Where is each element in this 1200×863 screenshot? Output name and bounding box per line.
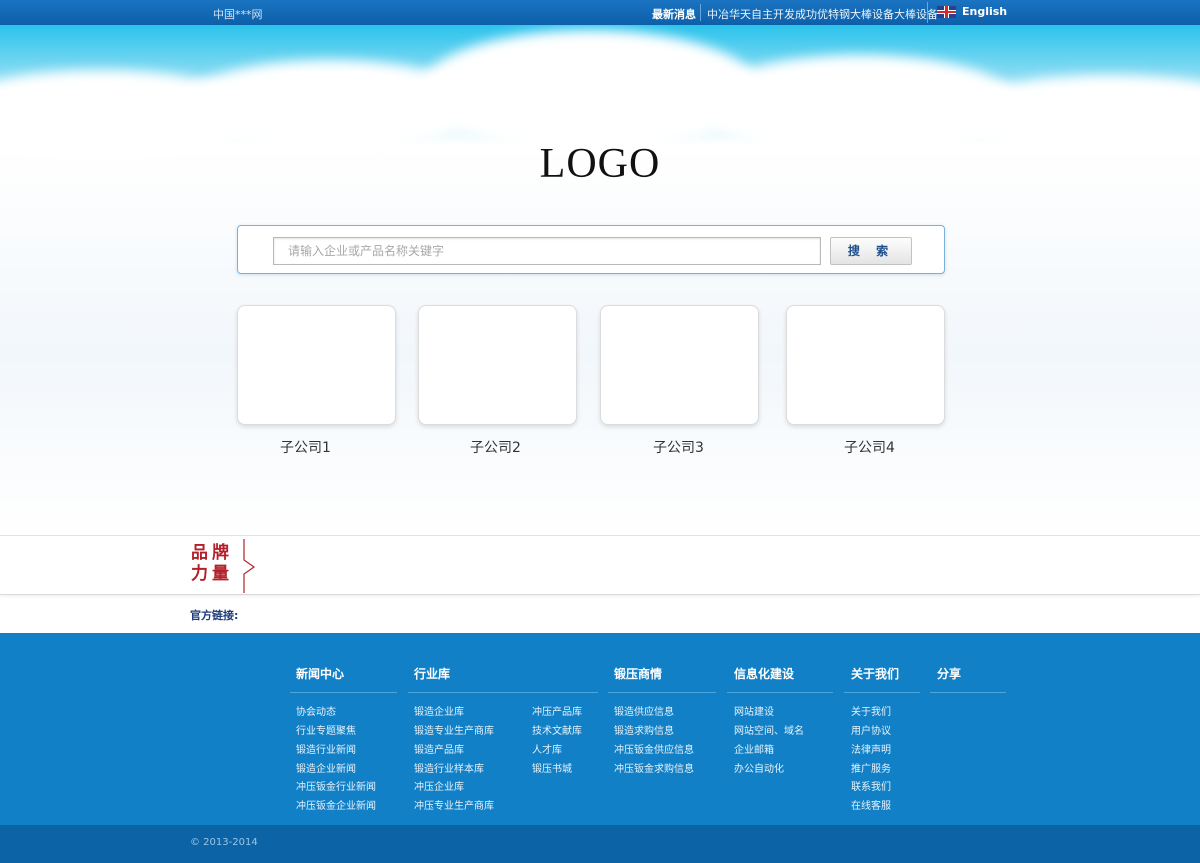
footer-heading-it[interactable]: 信息化建设 xyxy=(734,665,794,682)
copyright-text: © 2013-2014 xyxy=(190,837,258,848)
footer-heading-news[interactable]: 新闻中心 xyxy=(296,665,344,682)
footer-heading-share[interactable]: 分享 xyxy=(937,665,961,682)
footer-link[interactable]: 锻造求购信息 xyxy=(614,722,674,737)
divider xyxy=(608,692,716,693)
brand-title-line1: 品牌 xyxy=(191,543,233,563)
footer-link[interactable]: 用户协议 xyxy=(851,722,891,737)
latest-news-ticker[interactable]: 中冶华天自主开发成功优特钢大棒设备大棒设备 xyxy=(707,6,938,22)
footer-link[interactable]: 关于我们 xyxy=(851,703,891,718)
subsidiary-label-2[interactable]: 子公司2 xyxy=(416,437,575,457)
divider xyxy=(700,4,701,21)
official-links-label: 官方链接: xyxy=(190,609,239,622)
footer-link[interactable]: 在线客服 xyxy=(851,797,891,812)
footer-link[interactable]: 协会动态 xyxy=(296,703,336,718)
brand-strength-title: 品牌 力量 xyxy=(191,543,239,585)
footer-link[interactable]: 锻压书城 xyxy=(532,760,572,775)
footer-link[interactable]: 冲压企业库 xyxy=(414,778,464,793)
search-input[interactable] xyxy=(273,237,821,265)
divider xyxy=(408,692,598,693)
brand-strength-band: 品牌 力量 xyxy=(0,535,1200,595)
footer-heading-about[interactable]: 关于我们 xyxy=(851,665,899,682)
footer-link[interactable]: 锻造企业新闻 xyxy=(296,760,356,775)
footer-link[interactable]: 办公自动化 xyxy=(734,760,784,775)
footer-link[interactable]: 锻造行业新闻 xyxy=(296,741,356,756)
divider xyxy=(844,692,920,693)
divider xyxy=(927,2,928,23)
hero-sky-background xyxy=(0,25,1200,535)
subsidiary-label-1[interactable]: 子公司1 xyxy=(226,437,385,457)
language-label: English xyxy=(962,5,1008,18)
top-bar: 中国***网 最新消息 中冶华天自主开发成功优特钢大棒设备大棒设备 Englis… xyxy=(0,0,1200,25)
footer-link[interactable]: 锻造供应信息 xyxy=(614,703,674,718)
divider xyxy=(727,692,833,693)
subsidiary-card-1[interactable] xyxy=(237,305,396,425)
site-logo[interactable]: LOGO xyxy=(0,140,1200,188)
footer-heading-trade[interactable]: 锻压商情 xyxy=(614,665,662,682)
footer-link[interactable]: 锻造企业库 xyxy=(414,703,464,718)
subsidiary-card-2[interactable] xyxy=(418,305,577,425)
language-switch-english[interactable]: English xyxy=(937,5,1007,18)
search-button[interactable]: 搜 索 xyxy=(830,237,912,265)
subsidiary-label-4[interactable]: 子公司4 xyxy=(790,437,949,457)
footer-link[interactable]: 锻造行业样本库 xyxy=(414,760,484,775)
search-box: 搜 索 xyxy=(237,225,945,274)
uk-flag-icon xyxy=(937,5,956,18)
footer: 新闻中心 协会动态 行业专题聚焦 锻造行业新闻 锻造企业新闻 冲压钣金行业新闻 … xyxy=(0,633,1200,825)
footer-link[interactable]: 网站建设 xyxy=(734,703,774,718)
footer-link[interactable]: 冲压钣金行业新闻 xyxy=(296,778,376,793)
brand-title-line2: 力量 xyxy=(191,564,233,584)
footer-heading-industry[interactable]: 行业库 xyxy=(414,665,450,682)
subsidiary-label-3[interactable]: 子公司3 xyxy=(599,437,758,457)
divider xyxy=(930,692,1006,693)
copyright-bar: © 2013-2014 xyxy=(0,825,1200,863)
footer-link[interactable]: 行业专题聚焦 xyxy=(296,722,356,737)
footer-link[interactable]: 冲压钣金求购信息 xyxy=(614,760,694,775)
chevron-right-icon xyxy=(243,539,256,593)
footer-link[interactable]: 法律声明 xyxy=(851,741,891,756)
footer-link[interactable]: 联系我们 xyxy=(851,778,891,793)
footer-link[interactable]: 冲压钣金供应信息 xyxy=(614,741,694,756)
footer-link[interactable]: 技术文献库 xyxy=(532,722,582,737)
divider xyxy=(290,692,397,693)
subsidiary-card-3[interactable] xyxy=(600,305,759,425)
footer-link[interactable]: 人才库 xyxy=(532,741,562,756)
footer-link[interactable]: 推广服务 xyxy=(851,760,891,775)
latest-news-title: 最新消息 xyxy=(652,8,696,21)
footer-link[interactable]: 网站空间、域名 xyxy=(734,722,804,737)
site-name[interactable]: 中国***网 xyxy=(213,6,263,22)
footer-link[interactable]: 企业邮箱 xyxy=(734,741,774,756)
footer-link[interactable]: 冲压专业生产商库 xyxy=(414,797,494,812)
footer-link[interactable]: 锻造专业生产商库 xyxy=(414,722,494,737)
footer-link[interactable]: 锻造产品库 xyxy=(414,741,464,756)
subsidiary-card-4[interactable] xyxy=(786,305,945,425)
footer-link[interactable]: 冲压钣金企业新闻 xyxy=(296,797,376,812)
footer-link[interactable]: 冲压产品库 xyxy=(532,703,582,718)
